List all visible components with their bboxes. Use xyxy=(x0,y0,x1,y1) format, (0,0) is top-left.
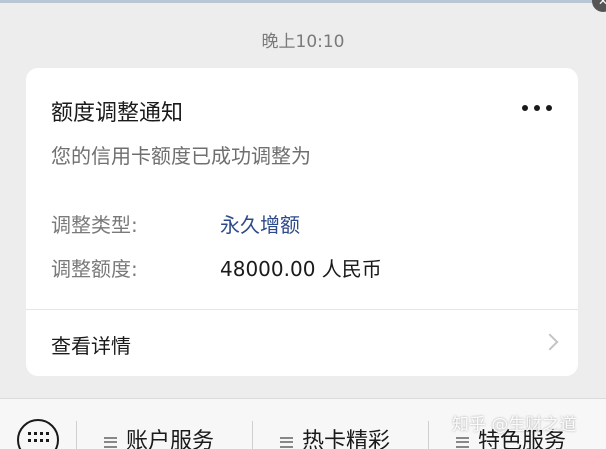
more-dot xyxy=(546,105,552,111)
menu-item-hot-card[interactable]: 热卡精彩 xyxy=(280,423,390,449)
menu-icon xyxy=(456,436,469,448)
menu-icon xyxy=(280,436,293,448)
notification-card: 额度调整通知 您的信用卡额度已成功调整为 调整类型: 永久增额 调整额度: 4800… xyxy=(26,68,578,376)
adjust-type-value: 永久增额 xyxy=(220,213,300,237)
card-title: 额度调整通知 xyxy=(51,101,184,126)
window-top-border xyxy=(0,0,606,3)
close-icon[interactable]: ✕ xyxy=(592,0,606,12)
view-details-label: 查看详情 xyxy=(51,334,131,358)
adjust-amount-row: 调整额度: 48000.00 人民币 xyxy=(51,253,382,282)
more-dot xyxy=(534,105,540,111)
more-dot xyxy=(522,105,528,111)
chevron-right-icon xyxy=(541,333,559,351)
adjust-type-label: 调整类型: xyxy=(51,213,138,237)
card-subtitle: 您的信用卡额度已成功调整为 xyxy=(51,144,311,168)
menu-divider xyxy=(428,421,429,449)
menu-item-label: 热卡精彩 xyxy=(302,429,391,449)
adjust-amount-value: 48000.00 人民币 xyxy=(220,257,382,281)
adjust-type-row: 调整类型: 永久增额 xyxy=(51,209,300,238)
adjust-amount-label: 调整额度: xyxy=(51,257,138,281)
keyboard-keys xyxy=(28,432,49,442)
menu-divider xyxy=(76,421,77,449)
menu-divider xyxy=(252,421,253,449)
menu-item-label: 账户服务 xyxy=(126,429,215,449)
watermark: 知乎 @生财之道 xyxy=(452,415,577,435)
view-details-link[interactable]: 查看详情 xyxy=(26,310,578,376)
menu-icon xyxy=(104,436,117,448)
keyboard-icon[interactable] xyxy=(17,419,59,449)
more-icon[interactable] xyxy=(522,104,552,112)
message-timestamp: 晚上10:10 xyxy=(261,32,345,52)
menu-item-account-service[interactable]: 账户服务 xyxy=(104,423,214,449)
